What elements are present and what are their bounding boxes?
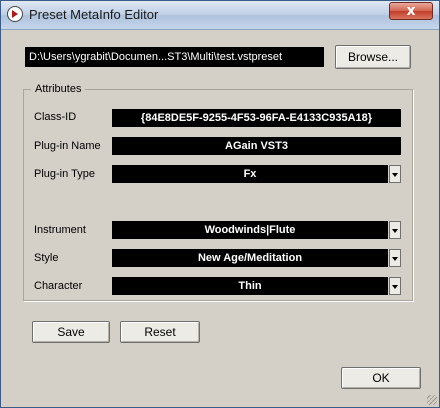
plugin-name-label: Plug-in Name (34, 140, 101, 152)
plugin-name-field[interactable]: AGain VST3 (112, 137, 401, 155)
preset-metainfo-window: Preset MetaInfo Editor x D:\Users\ygrabi… (0, 0, 440, 408)
style-select[interactable]: New Age/Meditation (112, 249, 388, 267)
browse-button[interactable]: Browse... (335, 45, 411, 69)
app-icon (7, 6, 23, 22)
resize-grip-icon[interactable] (427, 395, 437, 405)
reset-button[interactable]: Reset (120, 321, 200, 343)
attributes-legend: Attributes (31, 83, 86, 95)
instrument-label: Instrument (34, 224, 86, 236)
plugin-type-select[interactable]: Fx (112, 165, 388, 183)
plugin-type-label: Plug-in Type (34, 168, 95, 180)
preset-path-field[interactable]: D:\Users\ygrabit\Documen...ST3\Multi\tes… (25, 47, 324, 67)
style-label: Style (34, 252, 59, 264)
close-button[interactable]: x (389, 2, 433, 20)
character-chevron-down-icon[interactable] (389, 277, 401, 295)
character-select[interactable]: Thin (112, 277, 388, 295)
close-icon: x (406, 3, 416, 19)
class-id-label: Class-ID (34, 111, 77, 123)
plugin-type-chevron-down-icon[interactable] (389, 165, 401, 183)
class-id-field[interactable]: {84E8DE5F-9255-4F53-96FA-E4133C935A18} (112, 109, 401, 127)
style-chevron-down-icon[interactable] (389, 249, 401, 267)
character-label: Character (34, 280, 83, 292)
save-button[interactable]: Save (32, 321, 110, 343)
title-bar[interactable]: Preset MetaInfo Editor x (1, 1, 439, 30)
ok-button[interactable]: OK (341, 367, 421, 389)
instrument-chevron-down-icon[interactable] (389, 221, 401, 239)
instrument-select[interactable]: Woodwinds|Flute (112, 221, 388, 239)
window-title: Preset MetaInfo Editor (29, 7, 159, 22)
